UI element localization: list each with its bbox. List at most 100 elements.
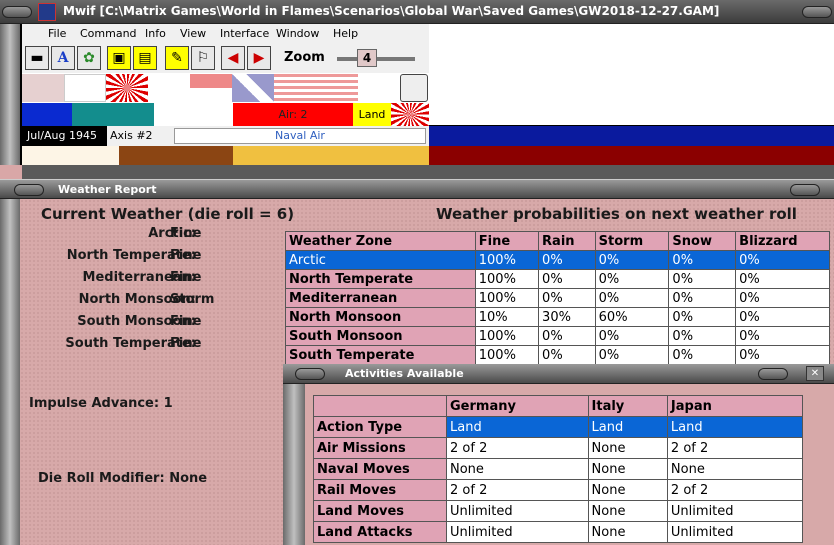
value-cell: 0% — [735, 269, 830, 289]
zone-cell: South Temperate — [285, 345, 476, 365]
table-row[interactable]: South Temperate 100% 0% 0% 0% 0% — [285, 345, 830, 365]
zone-cell: North Monsoon — [285, 307, 476, 327]
activity-value: None — [587, 500, 668, 522]
zone-weather: Fine — [170, 314, 202, 329]
pencil-icon[interactable]: ✎ — [165, 46, 189, 70]
activity-name: Rail Moves — [313, 479, 447, 501]
table-row[interactable]: Action Type Land Land Land — [313, 416, 804, 438]
phase-field[interactable]: Naval Air — [174, 128, 426, 144]
unit-stack-icon[interactable]: ▣ — [107, 46, 131, 70]
close-icon[interactable]: ✕ — [806, 366, 824, 381]
flag-japan-icon[interactable] — [106, 74, 148, 102]
zoom-slider-thumb[interactable]: 4 — [357, 49, 377, 67]
zone-weather: Storm — [170, 292, 215, 307]
map-area[interactable] — [429, 24, 834, 125]
value-cell: 0% — [538, 250, 596, 270]
color-block — [22, 146, 119, 165]
value-cell: 0% — [538, 345, 596, 365]
activity-value[interactable]: Land — [587, 416, 668, 438]
activity-value: None — [587, 479, 668, 501]
value-cell: 0% — [668, 307, 737, 327]
activities-window-titlebar[interactable]: Activities Available ✕ — [283, 364, 834, 384]
arrow-left-icon[interactable]: ◀ — [221, 46, 245, 70]
value-cell: 0% — [594, 269, 670, 289]
zone-cell: South Monsoon — [285, 326, 476, 346]
target-icon[interactable] — [400, 74, 428, 102]
menu-interface[interactable]: Interface — [220, 27, 269, 40]
menu-view[interactable]: View — [180, 27, 206, 40]
color-block — [72, 103, 154, 126]
column-header: Germany — [446, 395, 589, 417]
activities-window-title: Activities Available — [345, 367, 464, 380]
turn-info-row: Jul/Aug 1945 Axis #2 Naval Air — [22, 126, 429, 146]
activity-name: Land Moves — [313, 500, 447, 522]
activity-value[interactable]: Land — [666, 416, 804, 438]
flag-icon[interactable]: ⚐ — [191, 46, 215, 70]
activity-value: 2 of 2 — [446, 437, 589, 459]
activity-value: Unlimited — [446, 521, 589, 543]
table-row[interactable]: South Monsoon 100% 0% 0% 0% 0% — [285, 326, 830, 346]
bolt-decoration-icon — [802, 6, 832, 18]
activity-value: None — [587, 458, 668, 480]
activity-value[interactable]: Land — [446, 416, 589, 438]
value-cell: 0% — [594, 250, 670, 270]
flag-uk-icon[interactable] — [232, 74, 274, 102]
color-band — [429, 126, 834, 146]
activity-name: Action Type — [313, 416, 447, 438]
zone-weather: Fine — [170, 336, 202, 351]
value-cell: 0% — [668, 288, 737, 308]
app-icon[interactable] — [38, 3, 56, 21]
flag-china-icon[interactable] — [190, 74, 232, 102]
table-row[interactable]: Land Attacks Unlimited None Unlimited — [313, 521, 804, 543]
value-cell: 0% — [668, 345, 737, 365]
activities-window: Activities Available ✕ Germany Italy Jap… — [283, 364, 834, 545]
value-cell: 0% — [668, 326, 737, 346]
color-block — [119, 146, 233, 165]
flag-italy-icon[interactable] — [64, 74, 106, 102]
font-a-icon[interactable]: A — [51, 46, 75, 70]
activity-value: Unlimited — [666, 521, 804, 543]
table-row[interactable]: Naval Moves None None None — [313, 458, 804, 480]
menu-help[interactable]: Help — [333, 27, 358, 40]
table-row[interactable]: Rail Moves 2 of 2 None 2 of 2 — [313, 479, 804, 501]
flag-germany-icon[interactable] — [22, 74, 64, 102]
air-counter: Air: 2 — [233, 103, 353, 126]
menu-file[interactable]: File — [48, 27, 66, 40]
value-cell: 10% — [474, 307, 540, 327]
arrow-right-icon[interactable]: ▶ — [247, 46, 271, 70]
table-row[interactable]: Land Moves Unlimited None Unlimited — [313, 500, 804, 522]
unit-select-icon[interactable]: ▤ — [133, 46, 157, 70]
frame-rail — [0, 199, 20, 545]
table-row[interactable]: North Monsoon 10% 30% 60% 0% 0% — [285, 307, 830, 327]
die-roll-modifier-label: Die Roll Modifier: — [38, 471, 165, 486]
zone-weather: Fine — [170, 226, 202, 241]
zoom-label: Zoom — [284, 50, 325, 65]
flag-france-icon[interactable] — [274, 74, 316, 102]
value-cell: 0% — [735, 307, 830, 327]
menu-window[interactable]: Window — [276, 27, 319, 40]
flag-usa-icon[interactable] — [316, 74, 358, 102]
activity-value: 2 of 2 — [666, 479, 804, 501]
menu-command[interactable]: Command — [80, 27, 137, 40]
weather-window-titlebar[interactable]: Weather Report — [0, 179, 834, 199]
table-row[interactable]: Mediterranean 100% 0% 0% 0% 0% — [285, 288, 830, 308]
die-roll-modifier: Die Roll Modifier: None — [38, 471, 207, 486]
table-row[interactable]: North Temperate 100% 0% 0% 0% 0% — [285, 269, 830, 289]
land-counter: Land — [353, 103, 391, 126]
column-header: Fine — [474, 231, 540, 251]
table-row[interactable]: Arctic 100% 0% 0% 0% 0% — [285, 250, 830, 270]
activity-value: None — [666, 458, 804, 480]
activity-name: Naval Moves — [313, 458, 447, 480]
gear-icon[interactable]: ✿ — [77, 46, 101, 70]
bolt-decoration-icon — [295, 368, 325, 380]
value-cell: 100% — [474, 269, 540, 289]
column-header: Storm — [594, 231, 670, 251]
value-cell: 0% — [538, 288, 596, 308]
value-cell: 0% — [594, 288, 670, 308]
zone-cell: North Temperate — [285, 269, 476, 289]
bolt-decoration-icon — [2, 6, 32, 18]
tank-icon[interactable]: ▬ — [25, 46, 49, 70]
menu-info[interactable]: Info — [145, 27, 166, 40]
color-block — [233, 146, 429, 165]
table-row[interactable]: Air Missions 2 of 2 None 2 of 2 — [313, 437, 804, 459]
